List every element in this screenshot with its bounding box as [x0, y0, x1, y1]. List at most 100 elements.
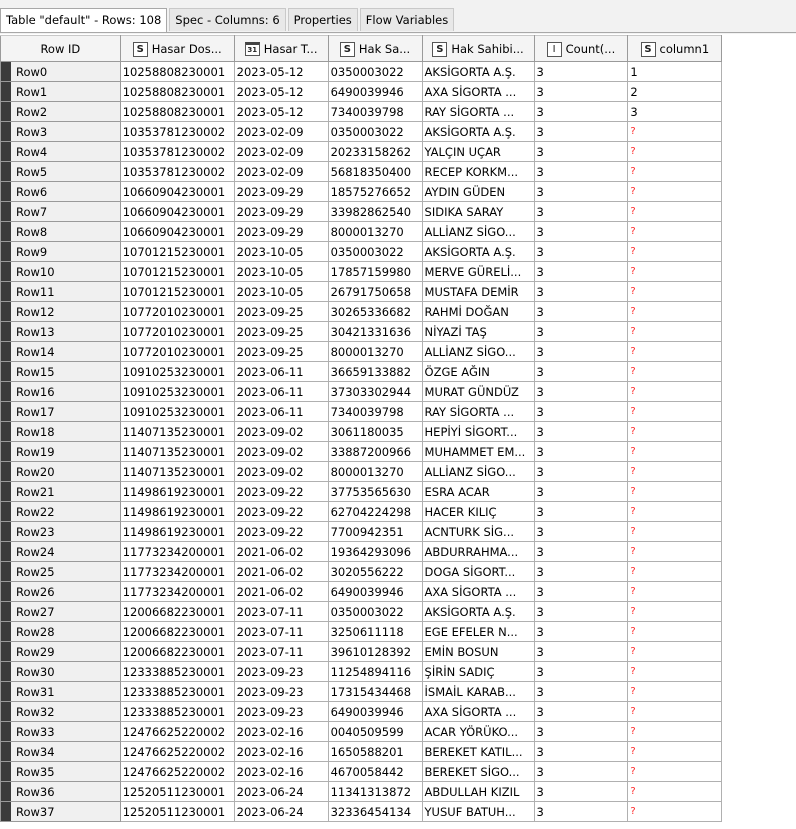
table-cell[interactable]: MUSTAFA DEMİR [421, 281, 535, 302]
table-cell[interactable]: 2023-06-24 [233, 801, 329, 822]
table-cell[interactable]: 3250611118 [327, 621, 423, 642]
table-cell[interactable]: 3 [533, 681, 629, 702]
table-row[interactable]: Row19 11407135230001 2023-09-02 33887200966… [0, 441, 796, 462]
table-cell[interactable]: ? [627, 341, 723, 362]
table-cell[interactable]: 10353781230002 [119, 121, 235, 142]
table-cell[interactable]: 2023-07-11 [233, 601, 329, 622]
table-row[interactable]: Row0 10258808230001 2023-05-12 0350003022 AK… [0, 61, 796, 82]
row-id-cell[interactable]: Row4 [0, 141, 121, 162]
table-cell[interactable]: 12333885230001 [119, 681, 235, 702]
table-row[interactable]: Row31 12333885230001 2023-09-23 17315434468… [0, 681, 796, 702]
table-cell[interactable]: ? [627, 441, 723, 462]
table-cell[interactable]: 8000013270 [327, 461, 423, 482]
table-cell[interactable]: AXA SİGORTA ... [421, 81, 535, 102]
table-cell[interactable]: 2023-10-05 [233, 241, 329, 262]
table-row[interactable]: Row17 10910253230001 2023-06-11 7340039798 R… [0, 401, 796, 422]
table-cell[interactable]: AYDIN GÜDEN [421, 181, 535, 202]
table-cell[interactable]: AKSİGORTA A.Ş. [421, 121, 535, 142]
table-cell[interactable]: 2023-02-16 [233, 741, 329, 762]
table-cell[interactable]: HEPİYİ SİGORT... [421, 421, 535, 442]
table-row[interactable]: Row26 11773234200001 2021-06-02 6490039946 A… [0, 581, 796, 602]
table-cell[interactable]: 2023-07-11 [233, 621, 329, 642]
table-cell[interactable]: 3 [533, 621, 629, 642]
table-cell[interactable]: 2023-02-16 [233, 761, 329, 782]
table-row[interactable]: Row33 12476625220002 2023-02-16 0040509599 A… [0, 721, 796, 742]
tab-1[interactable]: Spec - Columns: 6 [169, 8, 286, 31]
tab-2[interactable]: Properties [287, 8, 358, 31]
table-cell[interactable]: ? [627, 801, 723, 822]
table-row[interactable]: Row1 10258808230001 2023-05-12 6490039946 AX… [0, 81, 796, 102]
table-row[interactable]: Row4 10353781230002 2023-02-09 20233158262 Y… [0, 141, 796, 162]
table-cell[interactable]: 3 [533, 61, 629, 82]
table-cell[interactable]: ALLİANZ SİGO... [421, 221, 535, 242]
table-cell[interactable]: ? [627, 141, 723, 162]
row-id-cell[interactable]: Row16 [0, 381, 121, 402]
table-cell[interactable]: 2023-07-11 [233, 641, 329, 662]
table-cell[interactable]: BEREKET KATIL... [421, 741, 535, 762]
table-cell[interactable]: 2023-02-09 [233, 121, 329, 142]
table-cell[interactable]: 33887200966 [327, 441, 423, 462]
table-cell[interactable]: 3 [533, 741, 629, 762]
table-cell[interactable]: 12520511230001 [119, 801, 235, 822]
row-id-cell[interactable]: Row15 [0, 361, 121, 382]
table-cell[interactable]: 2023-09-29 [233, 181, 329, 202]
table-row[interactable]: Row6 10660904230001 2023-09-29 18575276652 A… [0, 181, 796, 202]
table-cell[interactable]: ? [627, 401, 723, 422]
tab-3[interactable]: Flow Variables [359, 8, 455, 31]
table-cell[interactable]: 10772010230001 [119, 321, 235, 342]
table-cell[interactable]: 17857159980 [327, 261, 423, 282]
table-cell[interactable]: 2023-09-23 [233, 701, 329, 722]
table-cell[interactable]: 0040509599 [327, 721, 423, 742]
table-cell[interactable]: 10258808230001 [119, 81, 235, 102]
table-cell[interactable]: 7700942351 [327, 521, 423, 542]
table-cell[interactable]: 3 [533, 381, 629, 402]
table-row[interactable]: Row9 10701215230001 2023-10-05 0350003022 AK… [0, 241, 796, 262]
table-cell[interactable]: ? [627, 621, 723, 642]
table-cell[interactable]: MURAT GÜNDÜZ [421, 381, 535, 402]
row-id-cell[interactable]: Row20 [0, 461, 121, 482]
table-row[interactable]: Row11 10701215230001 2023-10-05 26791750658… [0, 281, 796, 302]
table-cell[interactable]: 3 [533, 561, 629, 582]
table-cell[interactable]: AKSİGORTA A.Ş. [421, 61, 535, 82]
table-cell[interactable]: 2023-09-02 [233, 441, 329, 462]
table-cell[interactable]: 3 [533, 461, 629, 482]
table-cell[interactable]: ? [627, 301, 723, 322]
table-cell[interactable]: ? [627, 421, 723, 442]
table-cell[interactable]: 2023-02-16 [233, 721, 329, 742]
table-cell[interactable]: ? [627, 181, 723, 202]
table-row[interactable]: Row23 11498619230001 2023-09-22 7700942351 A… [0, 521, 796, 542]
tab-0[interactable]: Table "default" - Rows: 108 [0, 8, 168, 33]
table-cell[interactable]: ? [627, 761, 723, 782]
table-cell[interactable]: 2023-05-12 [233, 61, 329, 82]
table-cell[interactable]: 3 [533, 401, 629, 422]
table-cell[interactable]: 2023-02-09 [233, 161, 329, 182]
table-row[interactable]: Row24 11773234200001 2021-06-02 19364293096… [0, 541, 796, 562]
row-id-cell[interactable]: Row10 [0, 261, 121, 282]
table-cell[interactable]: 2023-09-23 [233, 661, 329, 682]
table-cell[interactable]: 3 [533, 181, 629, 202]
table-cell[interactable]: 11407135230001 [119, 421, 235, 442]
table-cell[interactable]: 3 [533, 541, 629, 562]
row-id-cell[interactable]: Row9 [0, 241, 121, 262]
table-cell[interactable]: 2023-06-11 [233, 381, 329, 402]
table-cell[interactable]: 11773234200001 [119, 541, 235, 562]
table-cell[interactable]: HACER KILIÇ [421, 501, 535, 522]
row-id-cell[interactable]: Row23 [0, 521, 121, 542]
table-cell[interactable]: 3 [533, 361, 629, 382]
row-id-cell[interactable]: Row14 [0, 341, 121, 362]
table-cell[interactable]: RAY SİGORTA ... [421, 101, 535, 122]
table-cell[interactable]: 2023-06-11 [233, 361, 329, 382]
column-header-6[interactable]: Scolumn1 [627, 35, 723, 62]
table-cell[interactable]: 2021-06-02 [233, 541, 329, 562]
table-cell[interactable]: 11254894116 [327, 661, 423, 682]
table-cell[interactable]: ? [627, 381, 723, 402]
table-cell[interactable]: 36659133882 [327, 361, 423, 382]
table-cell[interactable]: 2023-09-22 [233, 501, 329, 522]
table-row[interactable]: Row28 12006682230001 2023-07-11 3250611118 E… [0, 621, 796, 642]
table-cell[interactable]: 2023-09-22 [233, 481, 329, 502]
table-cell[interactable]: 11498619230001 [119, 501, 235, 522]
table-cell[interactable]: 2023-05-12 [233, 101, 329, 122]
table-row[interactable]: Row15 10910253230001 2023-06-11 36659133882… [0, 361, 796, 382]
table-cell[interactable]: ? [627, 561, 723, 582]
table-row[interactable]: Row18 11407135230001 2023-09-02 3061180035 H… [0, 421, 796, 442]
